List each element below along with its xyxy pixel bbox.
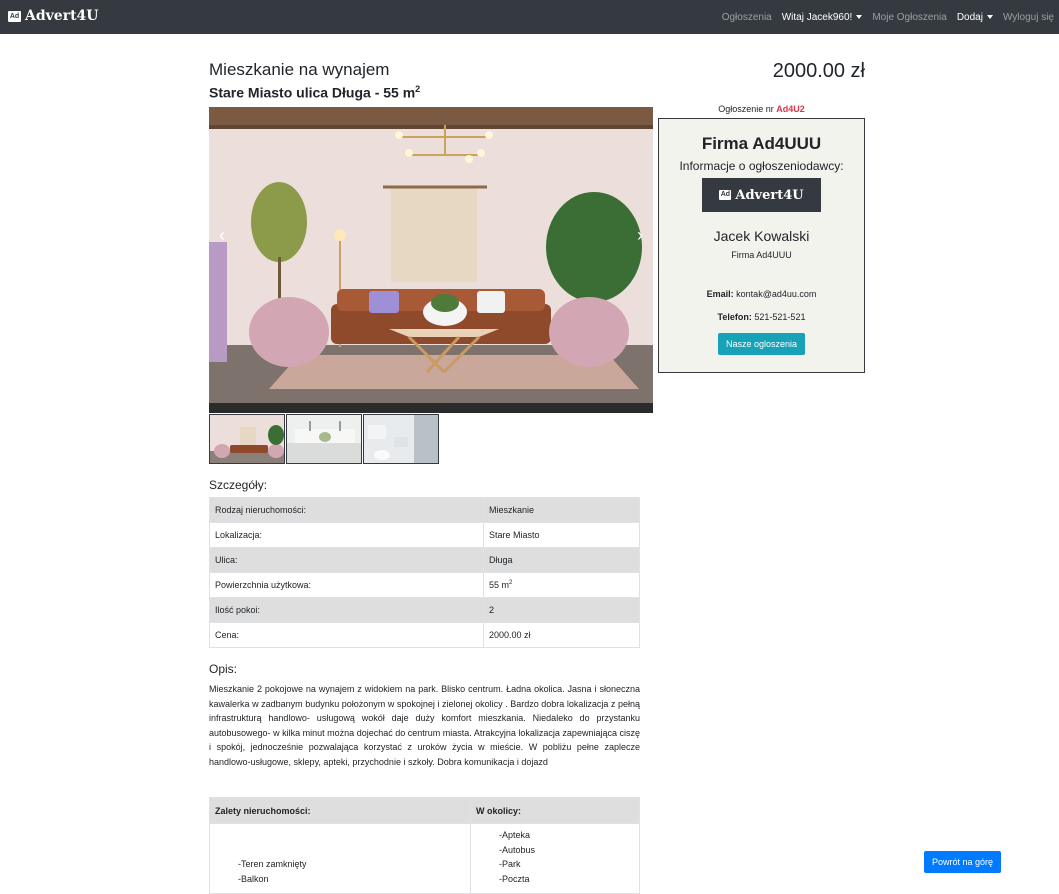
table-row: Rodzaj nieruchomości: Mieszkanie bbox=[209, 497, 640, 523]
features-table: Zalety nieruchomości: W okolicy: -Teren … bbox=[209, 797, 640, 894]
list-item: -Autobus bbox=[499, 844, 536, 855]
nav-links: Ogłoszenia Witaj Jacek960! Moje Ogłoszen… bbox=[717, 0, 1059, 34]
description-text: Mieszkanie 2 pokojowe na wynajem z widok… bbox=[209, 684, 640, 767]
phone-label: Telefon: bbox=[717, 312, 752, 322]
thumbnail-bathroom[interactable] bbox=[363, 414, 439, 464]
ad-number-label: Ogłoszenie nr bbox=[718, 104, 774, 114]
add-menu-label: Dodaj bbox=[956, 11, 983, 23]
ad-logo-icon: Ad bbox=[719, 190, 732, 200]
detail-value: Długa bbox=[483, 547, 640, 573]
detail-label: Ulica: bbox=[209, 547, 484, 573]
ad-logo-icon: Ad bbox=[8, 10, 21, 22]
email-label: Email: bbox=[706, 289, 734, 299]
caret-down-icon bbox=[986, 14, 993, 19]
area-value: 55 m bbox=[489, 580, 510, 590]
advertiser-company-small: Firma Ad4UUU bbox=[731, 250, 792, 260]
advertiser-company: Firma Ad4UUU bbox=[701, 134, 822, 153]
details-table: Rodzaj nieruchomości: Mieszkanie Lokaliza… bbox=[209, 497, 640, 648]
thumbnail-strip bbox=[209, 414, 439, 464]
phone-value: 521-521-521 bbox=[754, 312, 806, 322]
user-menu-dropdown[interactable]: Witaj Jacek960! bbox=[777, 12, 868, 23]
advertiser-info-label: Informacje o ogłoszeniodawcy: bbox=[679, 159, 844, 173]
carousel-next-button[interactable]: › bbox=[630, 225, 650, 246]
detail-value: Mieszkanie bbox=[483, 497, 640, 523]
email-value: kontak@ad4uu.com bbox=[736, 289, 817, 299]
brand-name: Advert4U bbox=[25, 8, 99, 24]
logout-link[interactable]: Wyloguj się bbox=[998, 12, 1059, 23]
table-row: Ilość pokoi: 2 bbox=[209, 597, 640, 623]
detail-label: Lokalizacja: bbox=[209, 522, 484, 548]
table-row: Lokalizacja: Stare Miasto bbox=[209, 522, 640, 548]
carousel-prev-button[interactable]: ‹ bbox=[212, 225, 232, 246]
nav-ads-link[interactable]: Ogłoszenia bbox=[717, 12, 777, 23]
detail-label: Cena: bbox=[209, 622, 484, 648]
detail-value: 2000.00 zł bbox=[483, 622, 640, 648]
detail-value: Stare Miasto bbox=[483, 522, 640, 548]
nearby-cell: -Apteka -Autobus -Park -Poczta bbox=[470, 823, 640, 894]
list-item: -Teren zamknięty bbox=[238, 859, 307, 869]
ad-number: Ogłoszenie nr Ad4U2 bbox=[658, 104, 865, 114]
advertiser-logo: Ad Advert4U bbox=[702, 178, 821, 212]
add-menu-dropdown[interactable]: Dodaj bbox=[952, 12, 998, 23]
listing-subtitle-text: Stare Miasto ulica Długa - 55 m bbox=[209, 84, 416, 101]
living-room-photo bbox=[209, 107, 653, 413]
table-row: Cena: 2000.00 zł bbox=[209, 622, 640, 648]
details-heading: Szczegóły: bbox=[209, 478, 268, 492]
table-row: -Teren zamknięty -Balkon -Apteka -Autobu… bbox=[209, 823, 640, 894]
list-item: -Apteka bbox=[499, 830, 531, 840]
thumbnail-living-room[interactable] bbox=[209, 414, 285, 464]
brand-link[interactable]: Ad Advert4U bbox=[8, 8, 99, 24]
ad-number-code: Ad4U2 bbox=[776, 104, 805, 114]
caret-down-icon bbox=[856, 14, 863, 19]
listing-title: Mieszkanie na wynajem bbox=[209, 60, 390, 79]
listing-subtitle: Stare Miasto ulica Długa - 55 m2 bbox=[209, 84, 420, 101]
thumbnail-kitchen[interactable] bbox=[286, 414, 362, 464]
table-row: Zalety nieruchomości: W okolicy: bbox=[209, 797, 640, 824]
detail-value-area: 55 m2 bbox=[483, 572, 640, 598]
photo-carousel[interactable]: ‹ › bbox=[209, 107, 653, 413]
navbar: Ad Advert4U Ogłoszenia Witaj Jacek960! M… bbox=[0, 0, 1059, 34]
detail-label: Powierzchnia użytkowa: bbox=[209, 572, 484, 598]
listing-price: 2000.00 zł bbox=[772, 60, 865, 82]
advertiser-phone: Telefon: 521-521-521 bbox=[659, 312, 864, 322]
user-menu-label: Witaj Jacek960! bbox=[781, 11, 853, 23]
advertiser-email: Email: kontak@ad4uu.com bbox=[659, 289, 864, 299]
detail-value: 2 bbox=[483, 597, 640, 623]
nearby-list: -Apteka -Autobus -Park -Poczta bbox=[471, 824, 639, 886]
advertiser-person: Jacek Kowalski bbox=[713, 228, 810, 244]
table-row: Powierzchnia użytkowa: 55 m2 bbox=[209, 572, 640, 598]
description-heading: Opis: bbox=[209, 662, 238, 676]
detail-label: Ilość pokoi: bbox=[209, 597, 484, 623]
advantages-cell: -Teren zamknięty -Balkon bbox=[209, 823, 471, 894]
advertiser-logo-text: Advert4U bbox=[735, 187, 804, 203]
area-unit-superscript: 2 bbox=[415, 84, 421, 94]
table-row: Ulica: Długa bbox=[209, 547, 640, 573]
area-unit-superscript: 2 bbox=[509, 580, 513, 586]
nav-my-ads-link[interactable]: Moje Ogłoszenia bbox=[867, 12, 951, 23]
detail-label: Rodzaj nieruchomości: bbox=[209, 497, 484, 523]
back-to-top-button[interactable]: Powrót na górę bbox=[924, 851, 1002, 873]
advantages-list: -Teren zamknięty -Balkon bbox=[210, 824, 470, 886]
list-item: -Park bbox=[499, 859, 521, 869]
advantages-heading: Zalety nieruchomości: bbox=[209, 797, 471, 824]
nearby-heading: W okolicy: bbox=[470, 797, 640, 824]
advertiser-card: Firma Ad4UUU Informacje o ogłoszeniodawc… bbox=[658, 118, 865, 373]
our-ads-button[interactable]: Nasze ogloszenia bbox=[717, 333, 806, 355]
